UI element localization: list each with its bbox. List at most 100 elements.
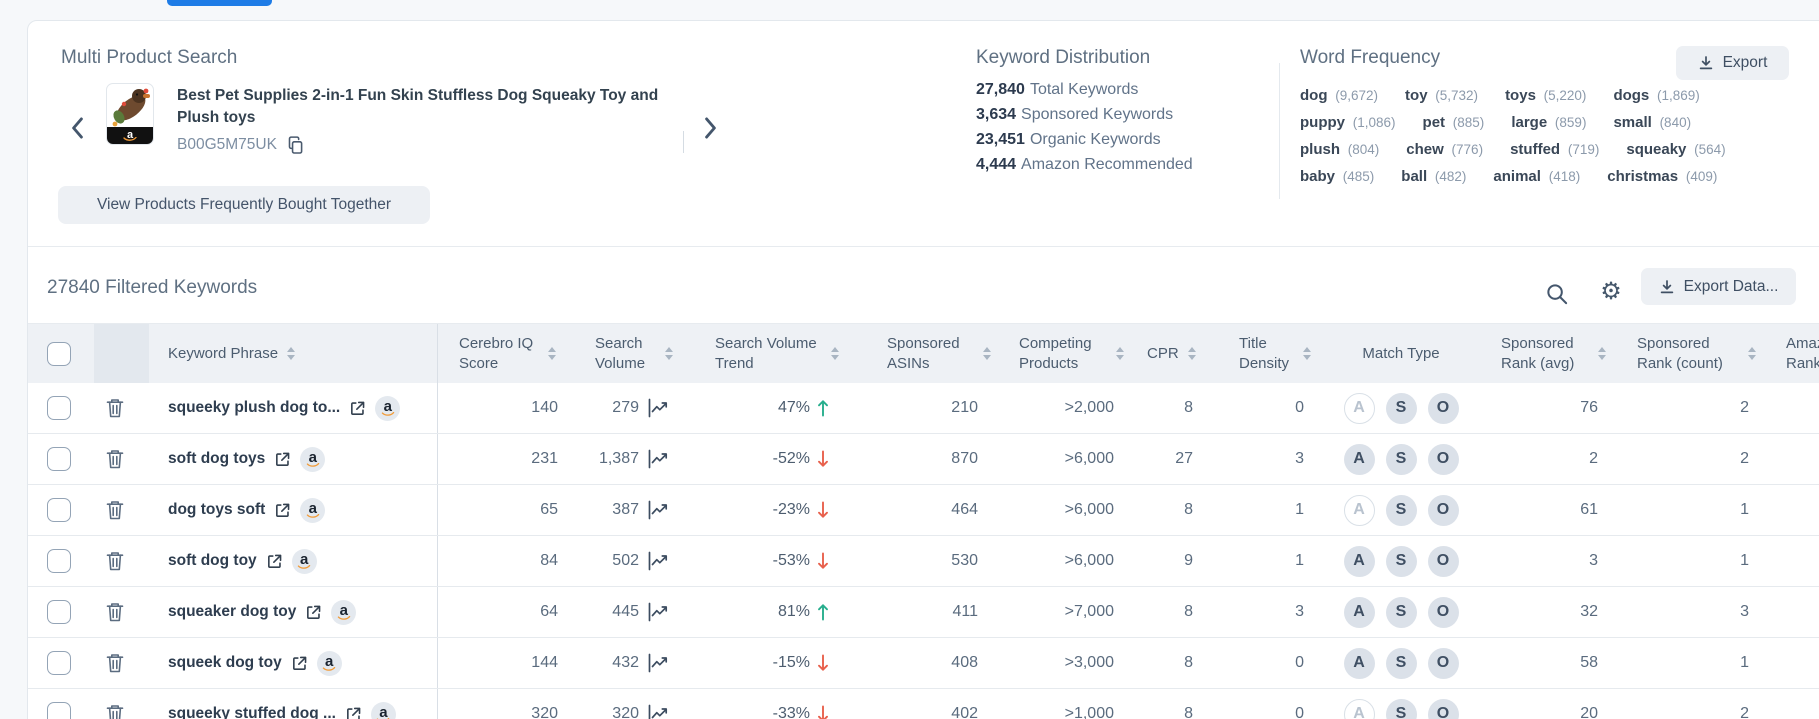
- delete-column-header: [94, 324, 149, 383]
- amazon-badge-icon[interactable]: a: [371, 702, 396, 719]
- active-tab-indicator[interactable]: [167, 0, 272, 6]
- external-link-icon[interactable]: [266, 553, 283, 570]
- word-frequency-list: dog (9,672) toy (5,732) toys (5,220) dog…: [1300, 87, 1752, 185]
- previous-product-button[interactable]: [64, 113, 90, 143]
- row-select-cell: [28, 434, 94, 484]
- trash-icon[interactable]: [105, 397, 125, 419]
- word-frequency-item[interactable]: squeaky (564): [1626, 141, 1725, 158]
- keyword-distribution-stat: 4,444Amazon Recommended: [976, 156, 1193, 174]
- gear-icon[interactable]: ⚙: [1596, 277, 1626, 307]
- search-button[interactable]: [1544, 281, 1570, 307]
- word-frequency-item[interactable]: dog (9,672): [1300, 87, 1378, 104]
- sponsored-rank-avg-cell: 3: [1491, 536, 1606, 586]
- sponsored-rank-avg-cell: 2: [1491, 434, 1606, 484]
- export-button-label: Export: [1723, 54, 1768, 72]
- column-header-search-volume-trend[interactable]: Search Volume Trend: [673, 324, 839, 383]
- column-header-competing-products[interactable]: Competing Products: [991, 324, 1126, 383]
- word-frequency-item[interactable]: large (859): [1511, 114, 1586, 131]
- sponsored-asins-cell: 210: [839, 383, 991, 433]
- trend-chart-icon[interactable]: [647, 398, 669, 418]
- external-link-icon[interactable]: [345, 706, 362, 719]
- row-checkbox[interactable]: [47, 651, 71, 675]
- column-header-cerebro-iq-score[interactable]: Cerebro IQ Score: [438, 324, 578, 383]
- external-link-icon[interactable]: [291, 655, 308, 672]
- amazon-badge-icon[interactable]: a: [331, 600, 356, 625]
- title-density-cell: 1: [1201, 536, 1311, 586]
- match-type-badge-amazon: A: [1344, 444, 1375, 475]
- row-select-cell: [28, 689, 94, 719]
- column-header-sponsored-asins[interactable]: Sponsored ASINs: [839, 324, 991, 383]
- trend-chart-icon[interactable]: [647, 551, 669, 571]
- external-link-icon[interactable]: [349, 400, 366, 417]
- sort-arrows-icon: [1116, 347, 1124, 360]
- competing-products-cell: >6,000: [991, 485, 1126, 535]
- row-checkbox[interactable]: [47, 600, 71, 624]
- row-select-cell: [28, 485, 94, 535]
- word-frequency-item[interactable]: toy (5,732): [1405, 87, 1478, 104]
- export-word-frequency-button[interactable]: Export: [1676, 46, 1789, 80]
- column-header-sponsored-rank-avg[interactable]: Sponsored Rank (avg): [1491, 324, 1606, 383]
- column-header-keyword-phrase[interactable]: Keyword Phrase: [149, 324, 438, 383]
- trash-icon[interactable]: [105, 499, 125, 521]
- trash-icon[interactable]: [105, 550, 125, 572]
- trend-chart-icon[interactable]: [647, 449, 669, 469]
- sponsored-rank-count-cell: 1: [1606, 638, 1756, 688]
- trash-icon[interactable]: [105, 703, 125, 719]
- word-frequency-item[interactable]: small (840): [1613, 114, 1691, 131]
- trash-icon[interactable]: [105, 448, 125, 470]
- row-checkbox[interactable]: [47, 702, 71, 719]
- word-frequency-item[interactable]: christmas (409): [1607, 168, 1717, 185]
- external-link-icon[interactable]: [305, 604, 322, 621]
- word-frequency-item[interactable]: plush (804): [1300, 141, 1379, 158]
- word-frequency-item[interactable]: animal (418): [1493, 168, 1580, 185]
- word-frequency-item[interactable]: puppy (1,086): [1300, 114, 1396, 131]
- cerebro-page: Multi Product Search a Best Pet Supplies…: [0, 0, 1819, 719]
- amazon-badge-icon[interactable]: a: [292, 549, 317, 574]
- column-header-amazon-rank[interactable]: Amazon Rank: [1756, 324, 1819, 383]
- trend-chart-icon[interactable]: [647, 500, 669, 520]
- word-frequency-item[interactable]: chew (776): [1406, 141, 1483, 158]
- view-frequently-bought-together-button[interactable]: View Products Frequently Bought Together: [58, 186, 430, 224]
- keyword-distribution-stat: 23,451Organic Keywords: [976, 131, 1193, 149]
- external-link-icon[interactable]: [274, 451, 291, 468]
- trash-icon[interactable]: [105, 652, 125, 674]
- word-frequency-item[interactable]: stuffed (719): [1510, 141, 1599, 158]
- row-checkbox[interactable]: [47, 447, 71, 471]
- amazon-badge-icon[interactable]: a: [317, 651, 342, 676]
- column-header-cpr[interactable]: CPR: [1126, 324, 1201, 383]
- match-type-cell: A S O: [1311, 689, 1491, 719]
- trend-chart-icon[interactable]: [647, 704, 669, 719]
- search-volume-trend-cell: 81%: [673, 587, 839, 637]
- trend-chart-icon[interactable]: [647, 602, 669, 622]
- sponsored-asins-cell: 870: [839, 434, 991, 484]
- main-card: Multi Product Search a Best Pet Supplies…: [27, 20, 1819, 719]
- row-checkbox[interactable]: [47, 396, 71, 420]
- word-frequency-item[interactable]: toys (5,220): [1505, 87, 1586, 104]
- amazon-badge-icon[interactable]: a: [300, 498, 325, 523]
- word-frequency-item[interactable]: pet (885): [1423, 114, 1485, 131]
- trash-icon[interactable]: [105, 601, 125, 623]
- sort-arrows-icon: [548, 347, 556, 360]
- product-thumbnail[interactable]: a: [106, 83, 154, 145]
- amazon-badge-icon[interactable]: a: [300, 447, 325, 472]
- next-product-button[interactable]: [697, 113, 723, 143]
- product-info: Best Pet Supplies 2-in-1 Fun Skin Stuffl…: [177, 85, 687, 155]
- amazon-badge-icon[interactable]: a: [375, 396, 400, 421]
- trend-chart-icon[interactable]: [647, 653, 669, 673]
- column-header-search-volume[interactable]: Search Volume: [578, 324, 673, 383]
- word-frequency-title: Word Frequency: [1300, 47, 1440, 69]
- column-header-sponsored-rank-count[interactable]: Sponsored Rank (count): [1606, 324, 1756, 383]
- export-data-button[interactable]: Export Data...: [1641, 268, 1796, 305]
- chevron-left-icon: [71, 116, 84, 140]
- copy-asin-button[interactable]: [286, 135, 305, 155]
- word-frequency-item[interactable]: dogs (1,869): [1613, 87, 1699, 104]
- title-density-cell: 0: [1201, 638, 1311, 688]
- word-frequency-item[interactable]: baby (485): [1300, 168, 1374, 185]
- search-volume-cell: 1,387: [578, 434, 673, 484]
- column-header-title-density[interactable]: Title Density: [1201, 324, 1311, 383]
- row-checkbox[interactable]: [47, 549, 71, 573]
- external-link-icon[interactable]: [274, 502, 291, 519]
- select-all-checkbox[interactable]: [47, 342, 71, 366]
- row-checkbox[interactable]: [47, 498, 71, 522]
- word-frequency-item[interactable]: ball (482): [1401, 168, 1466, 185]
